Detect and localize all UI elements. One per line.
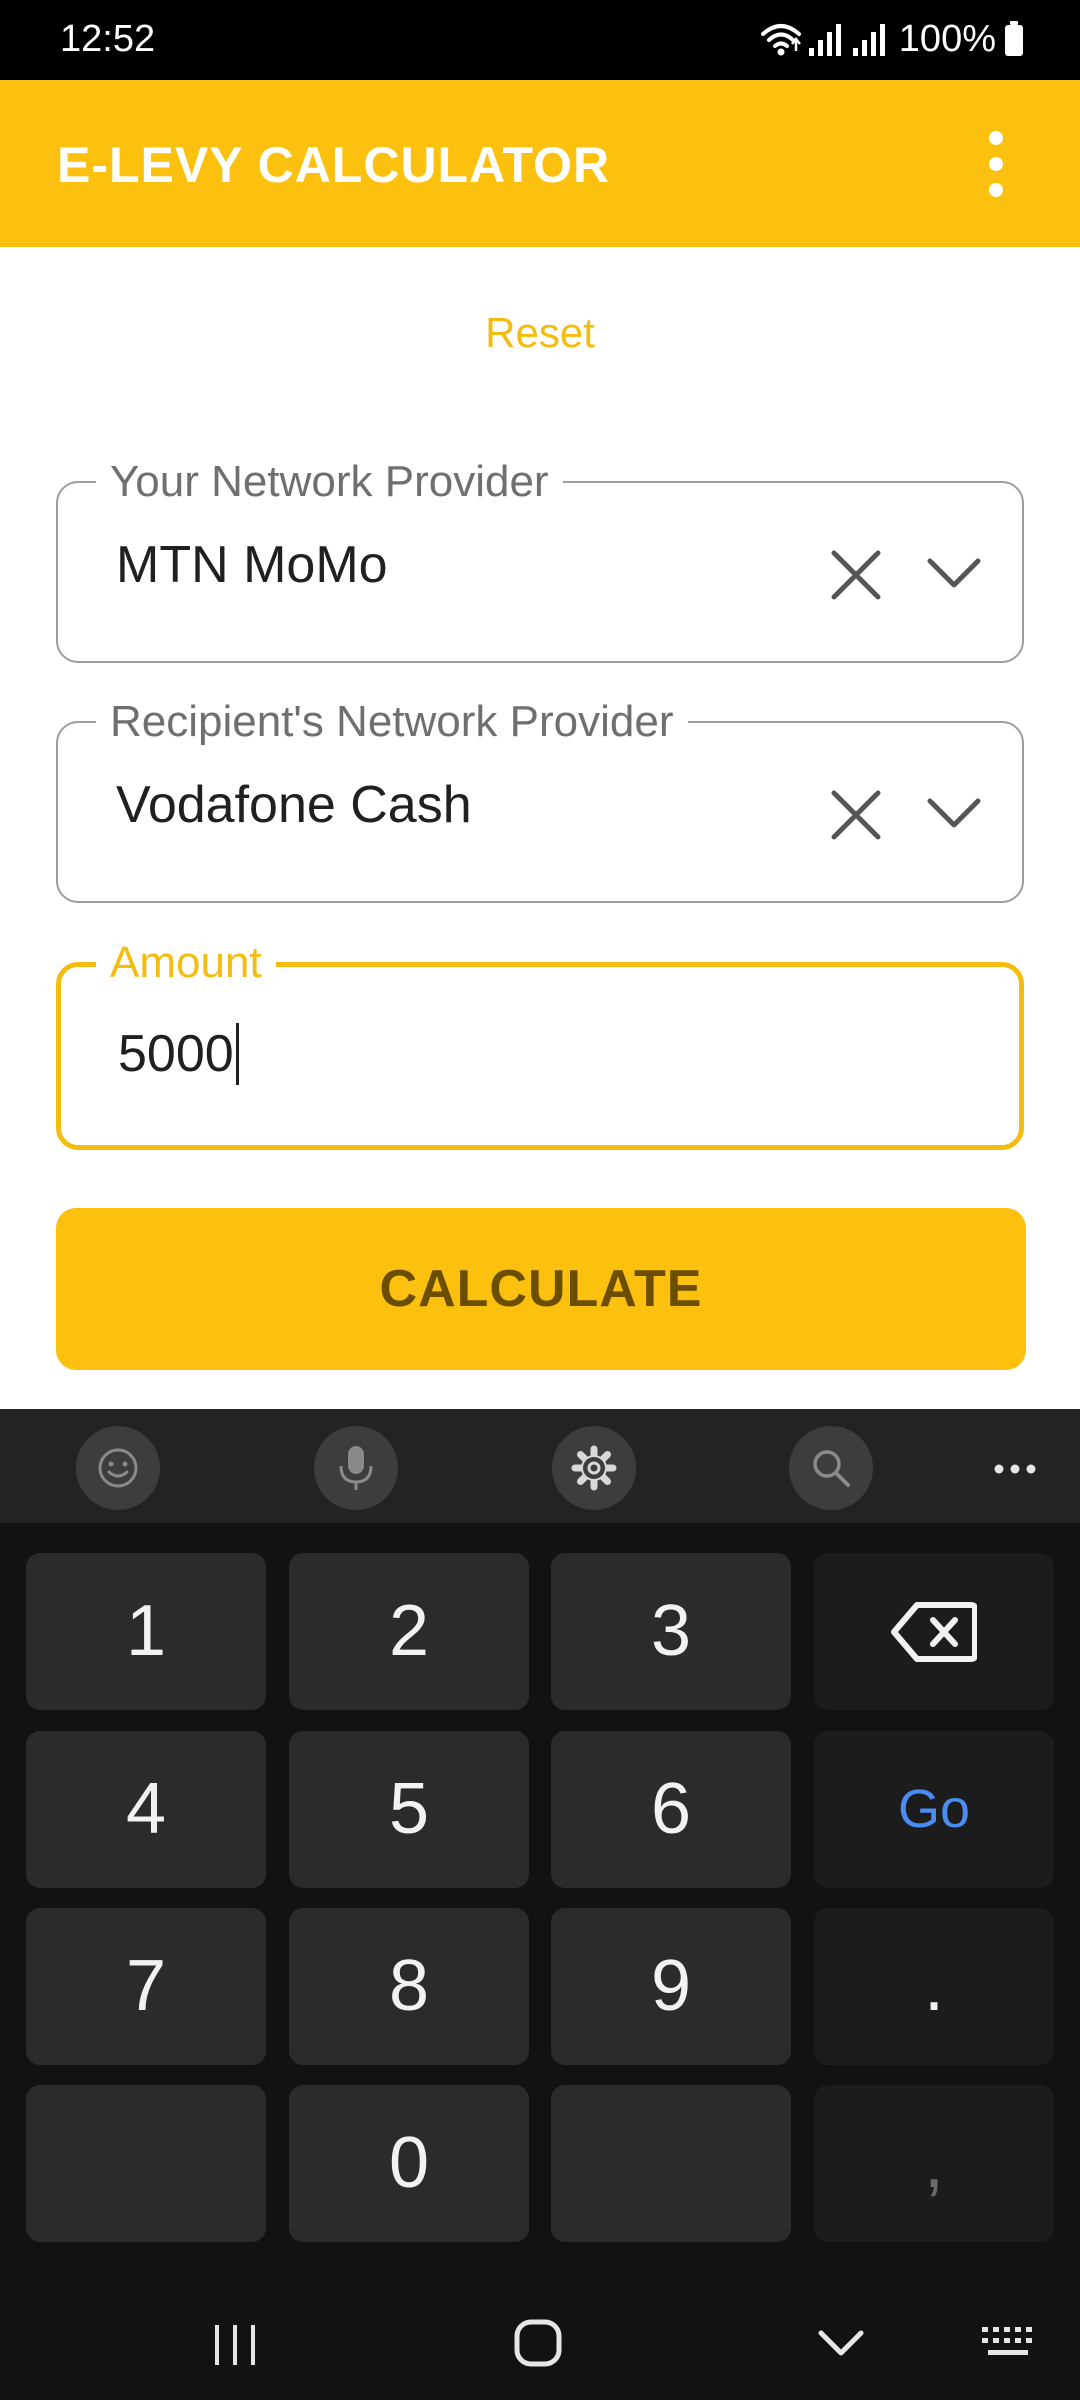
status-icons: 100%: [759, 14, 1024, 64]
key-4[interactable]: 4: [26, 1731, 266, 1888]
text-cursor: [235, 1023, 239, 1086]
chevron-down-icon[interactable]: [924, 791, 984, 835]
key-2[interactable]: 2: [289, 1553, 529, 1710]
clear-icon[interactable]: [828, 787, 884, 843]
wifi-icon: [760, 24, 801, 56]
amount-input[interactable]: Amount 5000: [56, 937, 1024, 1150]
numeric-keyboard: 1 2 3 4 5 6 Go 7 8 9 . 0 ,: [0, 1409, 1080, 2400]
app-bar: E-LEVY CALCULATOR: [0, 80, 1080, 247]
signal-icon: [808, 24, 841, 56]
recipient-network-provider-dropdown[interactable]: Recipient's Network Provider Vodafone Ca…: [56, 696, 1024, 903]
amount-text: 5000: [118, 1025, 234, 1083]
app-title: E-LEVY CALCULATOR: [57, 137, 611, 193]
recent-apps-icon[interactable]: [205, 2321, 265, 2369]
calculate-button[interactable]: CALCULATE: [56, 1208, 1026, 1370]
blank-key: [551, 2085, 791, 2242]
key-6[interactable]: 6: [551, 1731, 791, 1888]
backspace-icon: [891, 1602, 977, 1662]
amount-value: 5000: [118, 1023, 239, 1086]
more-vertical-icon[interactable]: [976, 128, 1016, 202]
keyboard-switch-icon[interactable]: [978, 2321, 1042, 2365]
comma-key[interactable]: ,: [814, 2085, 1054, 2242]
key-9[interactable]: 9: [551, 1908, 791, 2065]
status-time: 12:52: [60, 18, 156, 60]
your-network-provider-dropdown[interactable]: Your Network Provider MTN MoMo: [56, 456, 1024, 663]
key-3[interactable]: 3: [551, 1553, 791, 1710]
microphone-icon[interactable]: [314, 1426, 398, 1510]
home-icon[interactable]: [508, 2313, 568, 2373]
battery-percent: 100%: [898, 18, 996, 60]
signal-icon: [852, 24, 885, 56]
key-8[interactable]: 8: [289, 1908, 529, 2065]
clear-icon[interactable]: [828, 547, 884, 603]
status-bar: 12:52 100%: [0, 0, 1080, 80]
recipient-network-provider-label: Recipient's Network Provider: [96, 696, 688, 748]
reset-button[interactable]: Reset: [0, 308, 1080, 358]
back-icon[interactable]: [815, 2323, 867, 2363]
search-icon[interactable]: [789, 1426, 873, 1510]
chevron-down-icon[interactable]: [924, 551, 984, 595]
backspace-key[interactable]: [814, 1553, 1054, 1710]
battery-icon: [1005, 21, 1023, 56]
keyboard-toolbar: [0, 1409, 1080, 1523]
amount-label: Amount: [96, 937, 276, 989]
key-7[interactable]: 7: [26, 1908, 266, 2065]
period-key[interactable]: .: [814, 1908, 1054, 2065]
emoji-icon[interactable]: [76, 1426, 160, 1510]
settings-icon[interactable]: [552, 1426, 636, 1510]
your-network-provider-label: Your Network Provider: [96, 456, 563, 508]
more-horizontal-icon[interactable]: [975, 1439, 1055, 1499]
key-0[interactable]: 0: [289, 2085, 529, 2242]
go-key[interactable]: Go: [814, 1731, 1054, 1888]
key-5[interactable]: 5: [289, 1731, 529, 1888]
recipient-network-provider-value: Vodafone Cash: [116, 776, 472, 834]
key-1[interactable]: 1: [26, 1553, 266, 1710]
your-network-provider-value: MTN MoMo: [116, 536, 388, 594]
blank-key: [26, 2085, 266, 2242]
